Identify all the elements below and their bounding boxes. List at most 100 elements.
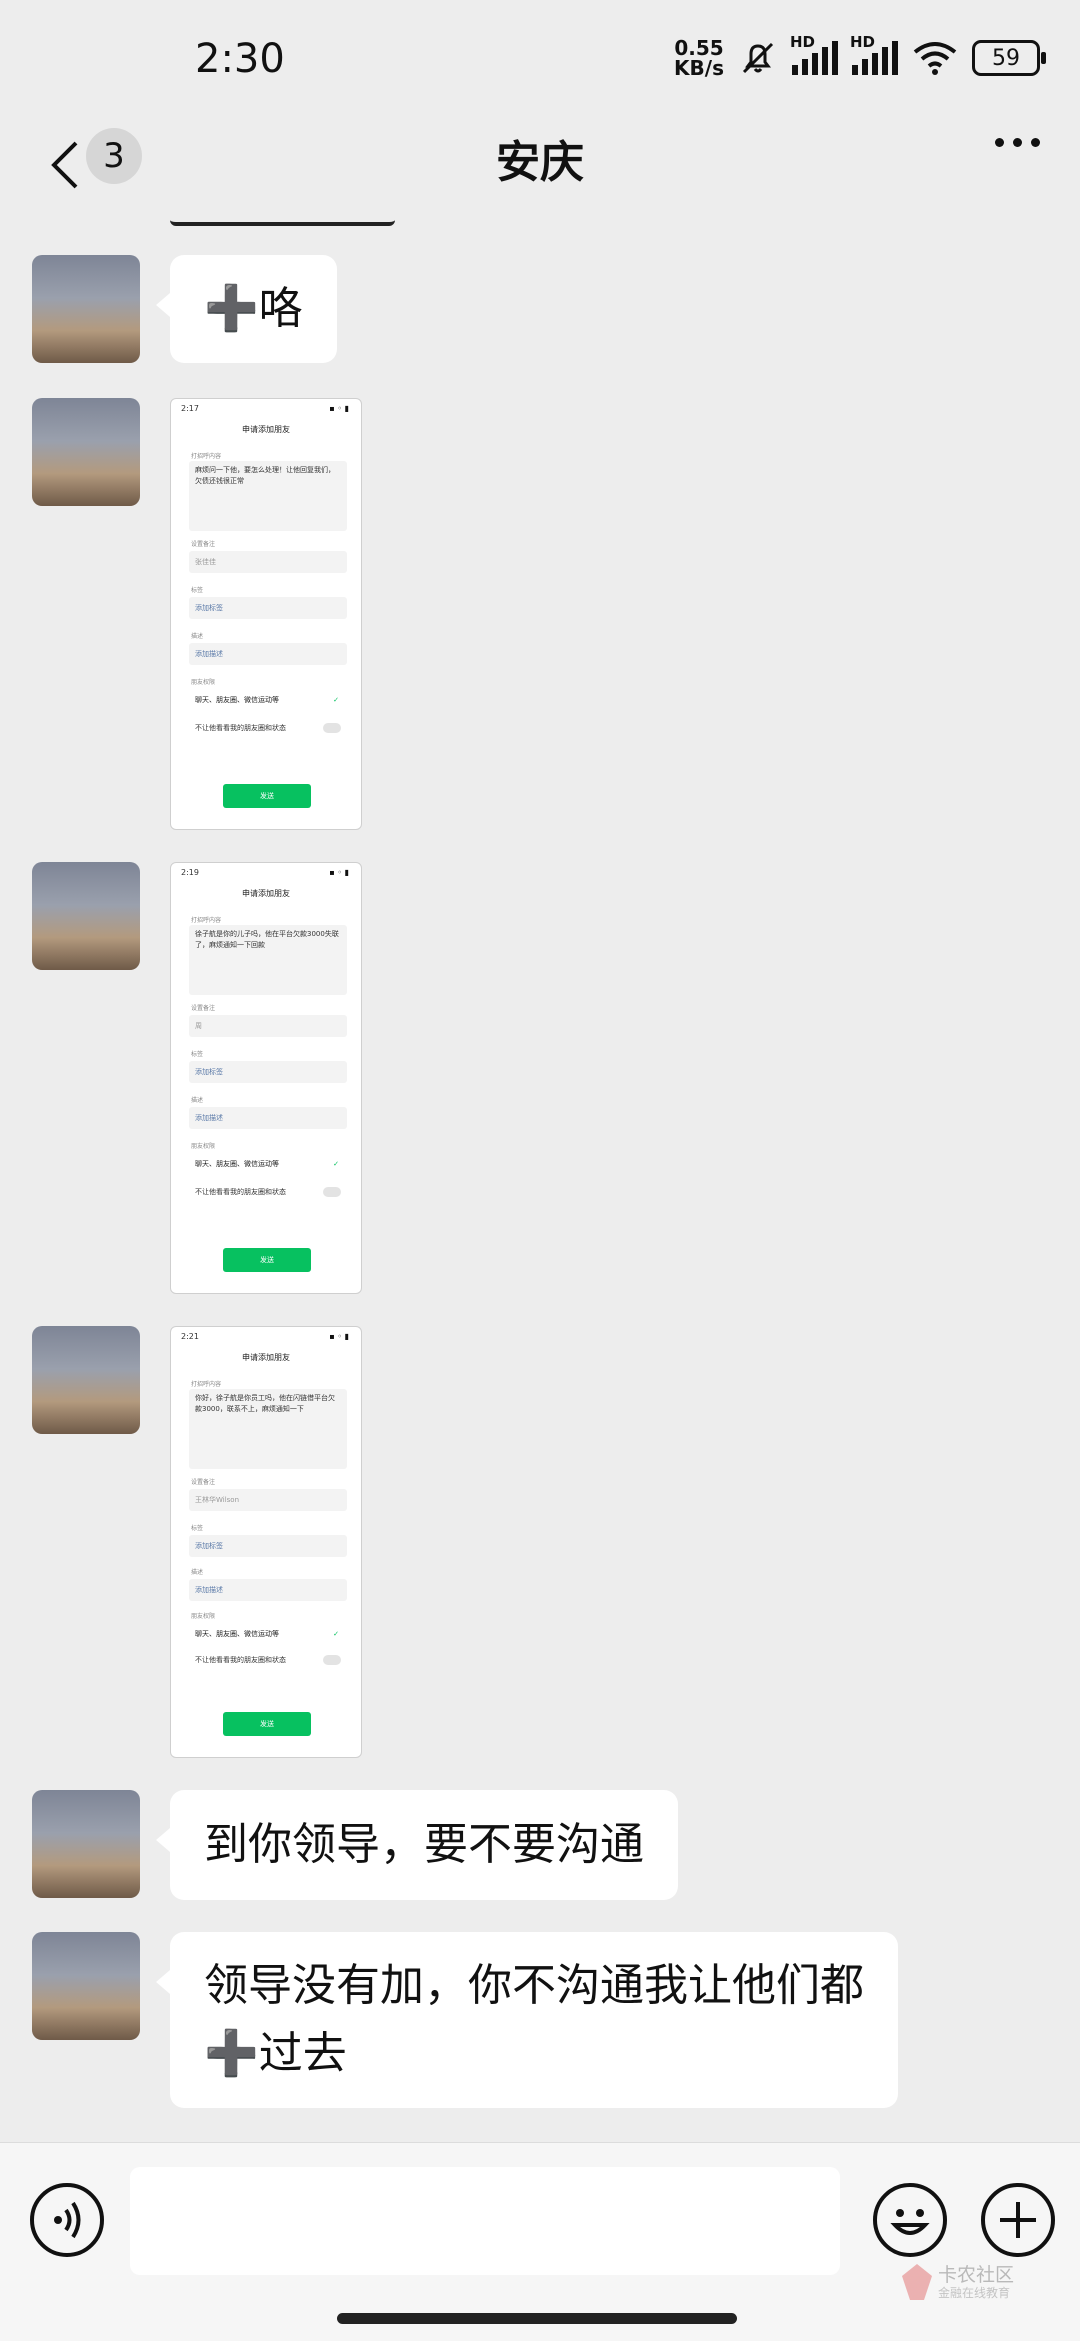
shot-header: 申请添加朋友 xyxy=(242,889,290,898)
shot-tags: 添加标签 xyxy=(189,1535,347,1557)
chat-title: 安庆 xyxy=(496,137,584,188)
watermark: 卡农社区 金融在线教育 xyxy=(900,2258,1030,2308)
watermark-title: 卡农社区 xyxy=(938,2264,1015,2286)
home-indicator[interactable] xyxy=(337,2313,737,2324)
shot-time: 2:19 xyxy=(181,868,199,877)
avatar[interactable] xyxy=(32,398,140,506)
shot-status-icons: ▪ ◦ ▮ xyxy=(329,868,349,877)
check-icon: ✓ xyxy=(333,696,339,704)
shot-status-icons: ▪ ◦ ▮ xyxy=(329,1332,349,1341)
shot-label: 标签 xyxy=(191,587,204,594)
shot-hide-toggle: 不让他看看我的朋友圈和状态 xyxy=(189,717,347,739)
bell-off-icon xyxy=(742,42,774,74)
shot-permission: 聊天、朋友圈、微信运动等 ✓ xyxy=(189,1623,347,1645)
shot-message: 麻烦问一下他，要怎么处理！让他回复我们，欠债还钱很正常 xyxy=(189,461,347,531)
toggle-icon xyxy=(323,723,341,733)
shot-label: 描述 xyxy=(191,633,204,640)
signal-sim1-icon: HD xyxy=(790,33,838,75)
shot-desc: 添加描述 xyxy=(189,1579,347,1601)
check-icon: ✓ xyxy=(333,1160,339,1168)
clock: 2:30 xyxy=(195,36,285,82)
shot-send-button: 发送 xyxy=(223,1712,311,1736)
shot-label: 打招呼内容 xyxy=(191,453,222,460)
input-bar xyxy=(0,2142,1080,2341)
shot-desc: 添加描述 xyxy=(189,643,347,665)
shot-label: 设置备注 xyxy=(191,541,216,548)
status-bar: 2:30 0.55 KB/s HD HD 59 xyxy=(0,0,1080,120)
shot-label: 标签 xyxy=(191,1051,204,1058)
shot-message: 徐子航是你的儿子吗，他在平台欠款3000失联了，麻烦通知一下回款 xyxy=(189,925,347,995)
shot-remark: 王林华Wilson xyxy=(189,1489,347,1511)
message-bubble[interactable]: 领导没有加，你不沟通我让他们都 ➕过去 xyxy=(156,1932,898,2108)
shot-label: 打招呼内容 xyxy=(191,917,222,924)
message-input[interactable] xyxy=(130,2167,840,2275)
shot-hide-text: 不让他看看我的朋友圈和状态 xyxy=(195,1656,286,1664)
more-button[interactable] xyxy=(995,138,1040,147)
shot-remark: 周 xyxy=(189,1015,347,1037)
toggle-icon xyxy=(323,1187,341,1197)
shot-message: 你好，徐子航是你员工吗，他在闪链借平台欠款3000，联系不上，麻烦通知一下 xyxy=(189,1389,347,1469)
message-bubble[interactable]: ➕咯 xyxy=(156,255,337,363)
shot-header: 申请添加朋友 xyxy=(242,425,290,434)
hd-label-1: HD xyxy=(790,33,816,51)
shot-permission: 聊天、朋友圈、微信运动等 ✓ xyxy=(189,1153,347,1175)
shot-perm-text: 聊天、朋友圈、微信运动等 xyxy=(195,696,279,704)
voice-button[interactable] xyxy=(30,2183,104,2257)
emoji-icon xyxy=(890,2209,930,2235)
image-message[interactable]: 2:21 ▪ ◦ ▮ 申请添加朋友 打招呼内容 你好，徐子航是你员工吗，他在闪链… xyxy=(170,1326,362,1758)
toggle-icon xyxy=(323,1655,341,1665)
image-message[interactable]: 2:19 ▪ ◦ ▮ 申请添加朋友 打招呼内容 徐子航是你的儿子吗，他在平台欠款… xyxy=(170,862,362,1294)
shot-label: 设置备注 xyxy=(191,1479,216,1486)
avatar[interactable] xyxy=(32,862,140,970)
shot-send-button: 发送 xyxy=(223,1248,311,1272)
message-bubble[interactable]: 到你领导，要不要沟通 xyxy=(156,1790,678,1900)
check-icon: ✓ xyxy=(333,1630,339,1638)
shot-time: 2:17 xyxy=(181,404,199,413)
network-speed: 0.55 KB/s xyxy=(674,38,724,78)
shot-permission: 聊天、朋友圈、微信运动等 ✓ xyxy=(189,689,347,711)
shot-label: 打招呼内容 xyxy=(191,1381,222,1388)
speed-unit: KB/s xyxy=(674,56,724,80)
shot-perm-text: 聊天、朋友圈、微信运动等 xyxy=(195,1160,279,1168)
shot-label: 标签 xyxy=(191,1525,204,1532)
shot-header: 申请添加朋友 xyxy=(242,1353,290,1362)
watermark-logo xyxy=(902,2264,932,2300)
more-dots-icon xyxy=(995,138,1004,147)
shot-label: 朋友权限 xyxy=(191,1613,216,1620)
shot-label: 描述 xyxy=(191,1569,204,1576)
shot-hide-toggle: 不让他看看我的朋友圈和状态 xyxy=(189,1649,347,1671)
shot-hide-text: 不让他看看我的朋友圈和状态 xyxy=(195,1188,286,1196)
shot-tags: 添加标签 xyxy=(189,1061,347,1083)
previous-message-edge xyxy=(170,212,395,226)
shot-label: 朋友权限 xyxy=(191,679,216,686)
message-text: ➕咯 xyxy=(204,283,303,334)
avatar[interactable] xyxy=(32,1790,140,1898)
more-dot xyxy=(1013,138,1022,147)
emoji-button[interactable] xyxy=(873,2183,947,2257)
watermark-subtitle: 金融在线教育 xyxy=(938,2286,1011,2300)
battery-indicator: 59 xyxy=(972,40,1046,76)
shot-label: 朋友权限 xyxy=(191,1143,216,1150)
shot-hide-toggle: 不让他看看我的朋友圈和状态 xyxy=(189,1181,347,1203)
shot-label: 描述 xyxy=(191,1097,204,1104)
shot-status-icons: ▪ ◦ ▮ xyxy=(329,404,349,413)
signal-sim2-icon: HD xyxy=(850,33,898,75)
avatar[interactable] xyxy=(32,255,140,363)
status-icons: 0.55 KB/s HD HD 59 xyxy=(674,33,1046,78)
voice-icon xyxy=(54,2201,81,2239)
message-text: 到你领导，要不要沟通 xyxy=(204,1819,644,1870)
wifi-icon xyxy=(913,42,957,75)
avatar[interactable] xyxy=(32,1326,140,1434)
plus-icon xyxy=(1000,2202,1036,2238)
message-text-line: ➕过去 xyxy=(204,2028,347,2079)
image-message[interactable]: 2:17 ▪ ◦ ▮ 申请添加朋友 打招呼内容 麻烦问一下他，要怎么处理！让他回… xyxy=(170,398,362,830)
speed-value: 0.55 xyxy=(674,36,724,60)
shot-perm-text: 聊天、朋友圈、微信运动等 xyxy=(195,1630,279,1638)
hd-label-2: HD xyxy=(850,33,876,51)
shot-tags: 添加标签 xyxy=(189,597,347,619)
shot-send-button: 发送 xyxy=(223,784,311,808)
more-actions-button[interactable] xyxy=(981,2183,1055,2257)
shot-remark: 张佳佳 xyxy=(189,551,347,573)
shot-hide-text: 不让他看看我的朋友圈和状态 xyxy=(195,724,286,732)
avatar[interactable] xyxy=(32,1932,140,2040)
